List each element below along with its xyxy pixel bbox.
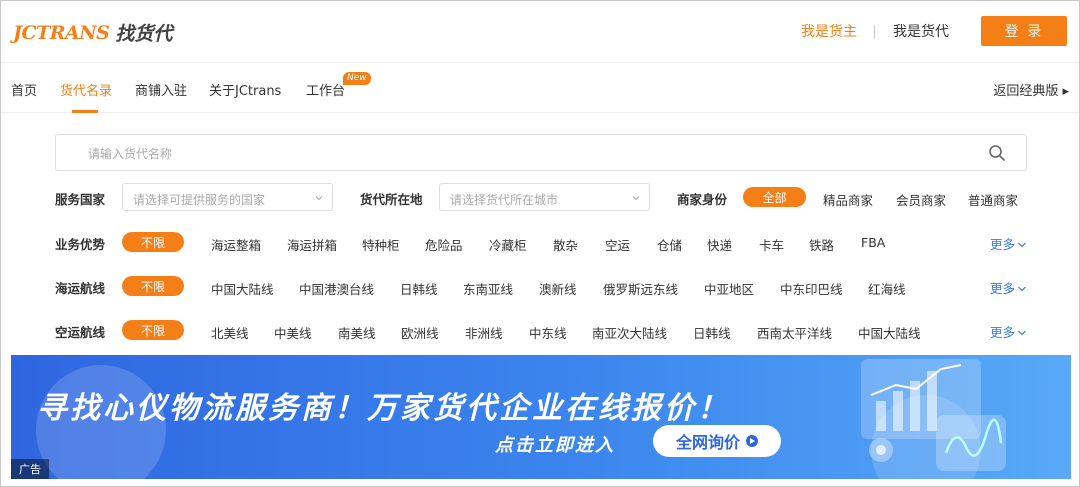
chevron-down-icon xyxy=(632,196,640,201)
business-option[interactable]: 冷藏柜 xyxy=(489,235,527,254)
search-placeholder: 请输入货代名称 xyxy=(88,147,173,161)
site-logo[interactable]: JCTRANS 找货代 xyxy=(13,19,172,46)
identity-option-premium[interactable]: 精品商家 xyxy=(823,190,873,209)
search-icon[interactable] xyxy=(988,144,1006,162)
business-label: 业务优势 xyxy=(55,237,106,252)
search-input[interactable]: 请输入货代名称 xyxy=(55,134,1027,171)
business-option[interactable]: 仓储 xyxy=(657,235,682,254)
ad-banner[interactable]: 寻找心仪物流服务商！万家货代企业在线报价！ 点击立即进入 全网询价 广告 xyxy=(11,355,1071,479)
chevron-down-icon xyxy=(1018,286,1026,292)
logo-text-en: JCTRANS xyxy=(13,21,110,44)
sea-route-option[interactable]: 中东印巴线 xyxy=(780,279,843,298)
city-label: 货代所在地 xyxy=(360,192,423,207)
business-option[interactable]: 卡车 xyxy=(759,235,784,254)
business-option[interactable]: 危险品 xyxy=(425,235,463,254)
forwarder-link[interactable]: 我是货代 xyxy=(875,21,967,41)
air-route-option[interactable]: 北美线 xyxy=(211,323,249,342)
air-routes-label: 空运航线 xyxy=(55,325,106,340)
air-route-option[interactable]: 日韩线 xyxy=(693,323,731,342)
chevron-down-icon xyxy=(1018,242,1026,248)
more-label: 更多 xyxy=(990,237,1016,252)
business-option[interactable]: 散杂 xyxy=(553,235,578,254)
air-route-option[interactable]: 中东线 xyxy=(529,323,567,342)
chart-illustration-icon xyxy=(861,359,1006,471)
air-routes-more-link[interactable]: 更多 xyxy=(990,322,1027,341)
sea-route-option[interactable]: 红海线 xyxy=(868,279,906,298)
play-arrow-icon xyxy=(746,435,758,447)
business-option[interactable]: 空运 xyxy=(605,235,630,254)
sea-route-option[interactable]: 澳新线 xyxy=(539,279,577,298)
business-option-any[interactable]: 不限 xyxy=(122,232,184,252)
sea-route-option[interactable]: 日韩线 xyxy=(400,279,438,298)
new-badge: New xyxy=(343,72,371,85)
city-select[interactable]: 请选择货代所在城市 xyxy=(439,183,650,211)
air-route-option[interactable]: 中美线 xyxy=(274,323,312,342)
identity-option-all[interactable]: 全部 xyxy=(743,187,806,207)
sea-route-option[interactable]: 中国大陆线 xyxy=(211,279,274,298)
nav-workbench[interactable]: 工作台 xyxy=(306,80,345,99)
identity-label: 商家身份 xyxy=(677,192,728,207)
active-tab-underline xyxy=(72,110,98,113)
business-option[interactable]: FBA xyxy=(861,235,885,250)
country-placeholder: 请选择可提供服务的国家 xyxy=(133,193,266,207)
air-route-option[interactable]: 南美线 xyxy=(338,323,376,342)
chevron-down-icon xyxy=(1018,330,1026,336)
nav-home[interactable]: 首页 xyxy=(11,80,37,99)
sea-route-option-any[interactable]: 不限 xyxy=(122,276,184,296)
air-route-option[interactable]: 中国大陆线 xyxy=(858,323,921,342)
business-more-link[interactable]: 更多 xyxy=(990,234,1027,253)
banner-title: 寻找心仪物流服务商！万家货代企业在线报价！ xyxy=(37,391,730,426)
sea-route-option[interactable]: 东南亚线 xyxy=(463,279,513,298)
sea-routes-label: 海运航线 xyxy=(55,281,106,296)
business-option[interactable]: 快递 xyxy=(707,235,732,254)
back-classic-link[interactable]: 返回经典版 ▸ xyxy=(993,80,1069,99)
sea-route-option[interactable]: 中亚地区 xyxy=(704,279,754,298)
sea-routes-more-link[interactable]: 更多 xyxy=(990,278,1027,297)
business-option[interactable]: 海运拼箱 xyxy=(287,235,337,254)
identity-option-regular[interactable]: 普通商家 xyxy=(968,190,1018,209)
nav-about[interactable]: 关于JCtrans xyxy=(209,80,281,99)
country-label: 服务国家 xyxy=(55,192,106,207)
shipper-link[interactable]: 我是货主 xyxy=(783,21,875,41)
banner-subtitle: 点击立即进入 xyxy=(495,435,615,456)
banner-inquiry-button[interactable]: 全网询价 xyxy=(653,425,781,457)
sea-route-option[interactable]: 俄罗斯远东线 xyxy=(603,279,678,298)
air-route-option[interactable]: 南亚次大陆线 xyxy=(592,323,667,342)
nav-shop-join[interactable]: 商铺入驻 xyxy=(135,80,187,99)
business-option[interactable]: 铁路 xyxy=(809,235,834,254)
air-route-option-any[interactable]: 不限 xyxy=(122,320,184,340)
identity-option-member[interactable]: 会员商家 xyxy=(896,190,946,209)
login-button[interactable]: 登 录 xyxy=(981,16,1067,46)
business-option[interactable]: 特种柜 xyxy=(362,235,400,254)
top-header: JCTRANS 找货代 我是货主 我是货代 登 录 xyxy=(1,1,1079,63)
logo-text-cn: 找货代 xyxy=(115,23,173,45)
air-route-option[interactable]: 欧洲线 xyxy=(401,323,439,342)
air-route-option[interactable]: 西南太平洋线 xyxy=(757,323,832,342)
top-links: 我是货主 我是货代 登 录 xyxy=(783,16,1067,46)
sea-route-option[interactable]: 中国港澳台线 xyxy=(299,279,374,298)
banner-button-label: 全网询价 xyxy=(675,433,740,452)
ad-tag: 广告 xyxy=(11,459,49,479)
more-label: 更多 xyxy=(990,325,1016,340)
main-nav: 首页 货代名录 商铺入驻 关于JCtrans 工作台 New 返回经典版 ▸ xyxy=(1,63,1079,113)
air-route-option[interactable]: 非洲线 xyxy=(465,323,503,342)
city-placeholder: 请选择货代所在城市 xyxy=(450,193,559,207)
nav-forwarder-directory[interactable]: 货代名录 xyxy=(60,80,112,99)
chevron-down-icon xyxy=(315,196,323,201)
business-option[interactable]: 海运整箱 xyxy=(211,235,261,254)
more-label: 更多 xyxy=(990,281,1016,296)
country-select[interactable]: 请选择可提供服务的国家 xyxy=(122,183,333,211)
